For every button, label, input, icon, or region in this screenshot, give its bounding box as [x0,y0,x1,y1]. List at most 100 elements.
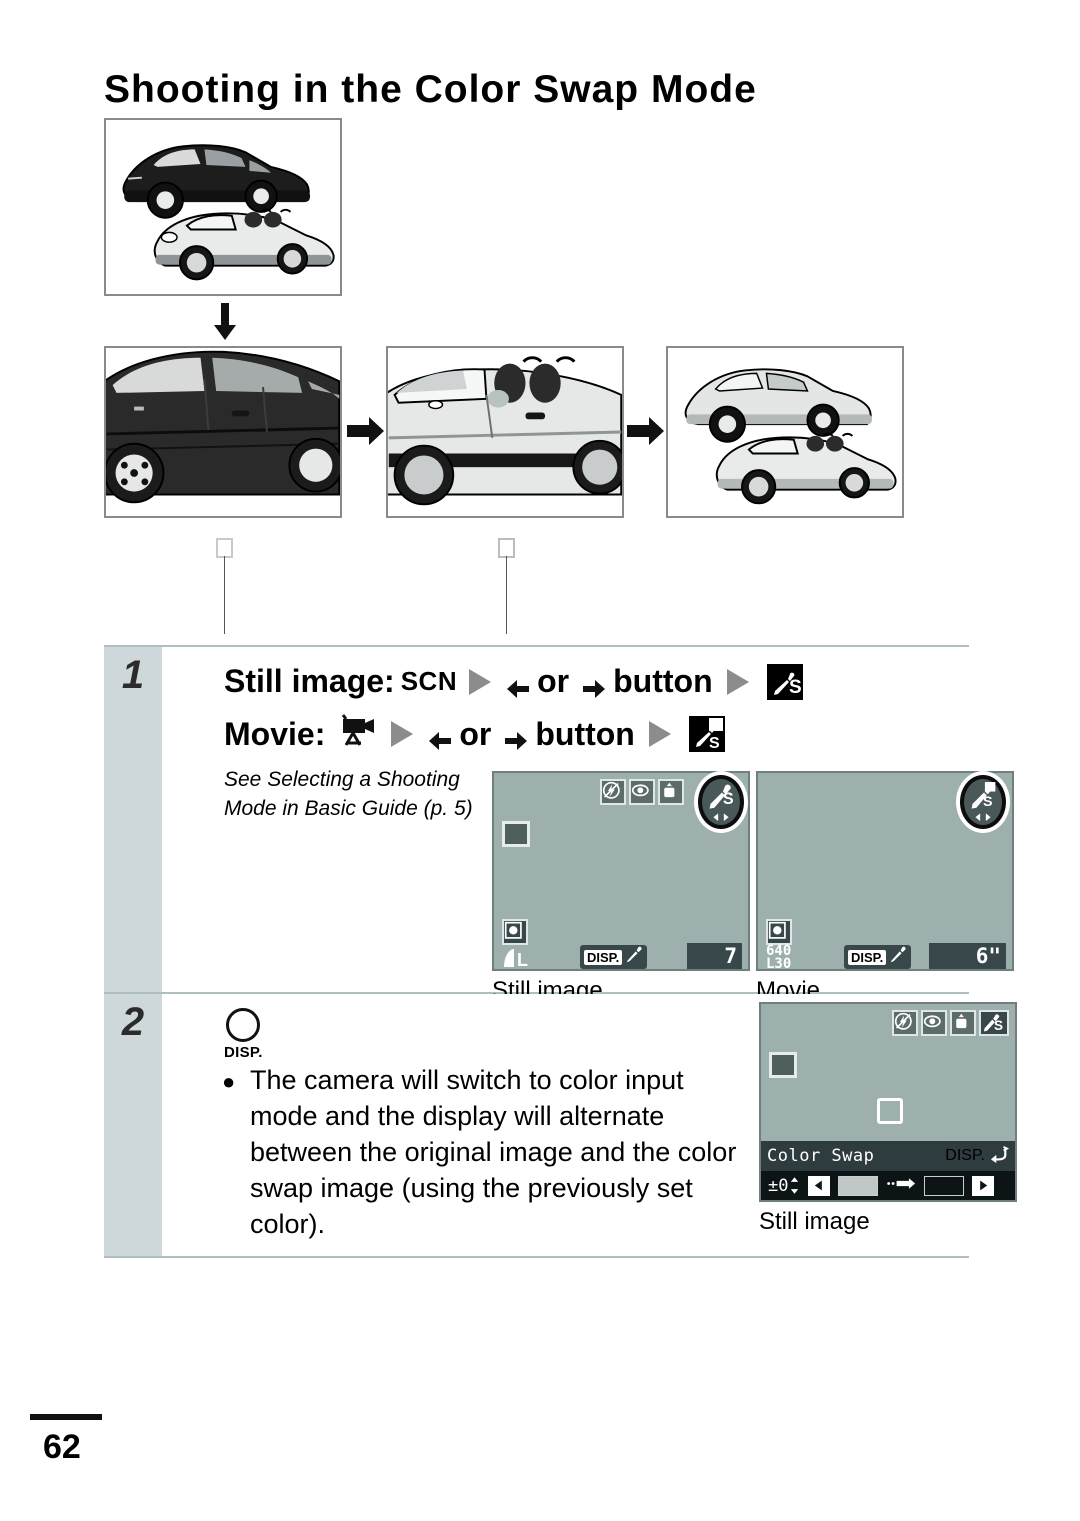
color-swap-s-badge: S [698,775,744,829]
time-remaining: 6" [929,943,1006,969]
step-1-still-instruction: Still image: SCN or button S [224,663,803,700]
eyedropper-icon [625,946,643,969]
step-1-movie-instruction: Movie: or button S [224,713,725,755]
step-2-description: ● The camera will switch to color input … [222,1062,742,1242]
metering-icon [502,919,528,945]
result-panel [666,346,904,518]
or-label: or [459,715,492,752]
desired-car-illustration [378,348,628,516]
scn-mode-icon: SCN [400,666,458,696]
step-1: 1 Still image: SCN or button S Movie: or… [104,647,1014,1004]
svg-text:S: S [983,794,993,810]
metering-icon [766,919,792,945]
original-leader-line [224,556,225,634]
step-2: 2 DISP. ● The camera will switch to colo… [104,994,1017,1256]
illustration-area: Original Color (Before Swapping) Desired… [0,118,1080,697]
bullet-icon: ● [222,1069,236,1094]
color-swap-s-badge: S [979,1010,1009,1036]
exposure-compensation-value[interactable]: ±0 [768,1176,800,1196]
original-sample-square [216,538,233,558]
disp-hint-tag: DISP. [580,945,648,969]
color-swap-screen-caption: Still image [759,1208,870,1235]
color-pick-frame-icon [877,1098,903,1124]
swap-osd-top-icons: S [892,1010,1009,1036]
desired-sample-square [498,538,515,558]
shots-remaining: 7 [687,943,742,969]
image-quality-icon: L [502,947,536,974]
movie-framerate: L30 [766,956,792,972]
transition-arrow-icon [886,1177,916,1194]
right-arrow-icon [503,723,529,750]
movie-resolution-block: 640 L30 [766,944,792,972]
step-2-number: 2 [104,994,162,1256]
disp-label: DISP. [584,949,623,965]
chevron-right-icon [391,721,414,747]
svg-text:S: S [723,790,734,808]
still-image-screen: S L DISP. 7 [492,771,750,971]
target-color-swatch [924,1175,965,1196]
color-swap-movie-s-badge: S [960,775,1006,829]
arrow-down-icon [213,303,237,341]
two-cars-swapped-illustration [668,348,902,516]
step-1-body: Still image: SCN or button S Movie: or b… [162,647,1014,1004]
chevron-right-icon [648,721,671,747]
footer-rule [30,1414,102,1420]
desired-leader-line [506,556,507,634]
macro-icon [658,779,684,805]
movie-camera-icon [337,713,377,755]
movie-label: Movie: [224,715,326,752]
button-label: button [535,715,635,752]
svg-text:L: L [517,950,528,969]
source-color-swatch [838,1175,879,1196]
page-number: 62 [43,1428,81,1466]
svg-text:S: S [709,735,720,752]
manual-page: Shooting in the Color Swap Mode 1 Still … [0,0,1080,1521]
flash-off-icon [600,779,626,805]
chevron-right-icon [726,668,749,695]
af-frame-icon [769,1052,797,1078]
color-swap-menu-title: Color Swap [767,1146,875,1166]
original-color-panel [96,346,344,518]
red-eye-icon [921,1010,947,1036]
color-swap-movie-icon: S [688,716,725,752]
red-eye-icon [629,779,655,805]
movie-screen: S 640 L30 DISP. 6" [756,771,1014,971]
step-1-number: 1 [104,647,162,992]
still-osd-top-icons [600,779,684,805]
color-swap-menu-bar: Color Swap DISP. [761,1141,1015,1171]
eyedropper-icon [889,946,907,969]
two-cars-original-illustration [122,144,335,281]
disp-back-group[interactable]: DISP. [945,1145,1010,1168]
step-1-note: See Selecting a Shooting Mode in Basic G… [224,768,473,820]
original-car-illustration [96,348,344,516]
step-2-text: The camera will switch to color input mo… [250,1065,737,1239]
arrow-right-icon [627,416,665,446]
back-arrow-icon [989,1145,1010,1168]
button-label: button [613,663,713,699]
up-down-arrows-icon [791,1177,799,1194]
flash-off-icon [892,1010,918,1036]
color-swap-screen: S Color Swap DISP. ±0 [759,1002,1017,1202]
steps-table: 1 Still image: SCN or button S Movie: or… [104,645,1017,1258]
disp-label: DISP. [945,1147,985,1164]
color-swap-icon: S [766,663,803,700]
step-2-body: DISP. ● The camera will switch to color … [162,994,1017,1256]
left-arrow-icon [505,671,531,698]
two-cars-original-panel [104,118,342,296]
page-title: Shooting in the Color Swap Mode [104,68,757,111]
right-arrow-icon [581,671,607,698]
left-triangle-icon[interactable] [808,1175,831,1196]
macro-icon [950,1010,976,1036]
still-image-label: Still image: [224,663,395,699]
disp-label: DISP. [848,949,887,965]
or-label: or [537,663,570,699]
right-triangle-icon[interactable] [972,1175,995,1196]
ev-text: ±0 [768,1175,789,1196]
disp-hint-tag: DISP. [844,945,912,969]
disp-button-label: DISP. [224,1044,263,1061]
disp-button-icon[interactable] [226,1008,260,1042]
svg-text:S: S [994,1018,1003,1033]
left-arrow-icon [427,723,453,750]
desired-color-panel [378,346,628,518]
svg-text:S: S [789,677,802,698]
